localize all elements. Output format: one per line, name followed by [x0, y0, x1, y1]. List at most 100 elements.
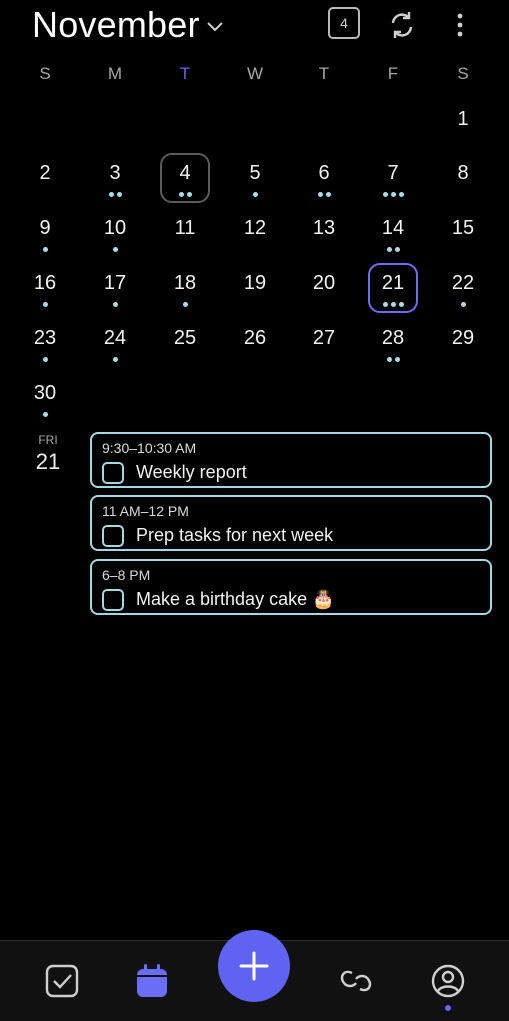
calendar-day-number: 22: [451, 272, 475, 294]
calendar-day-21[interactable]: 21: [363, 263, 423, 322]
chevron-down-icon[interactable]: [204, 16, 226, 38]
event-indicator-dots: [433, 302, 493, 307]
calendar-day-1[interactable]: 1: [433, 106, 493, 158]
weekday-label: M: [107, 64, 123, 83]
weekday-label: W: [246, 64, 264, 83]
calendar-day-number: 23: [33, 327, 57, 349]
active-tab-indicator: [445, 1005, 451, 1011]
calendar-day-number: 19: [243, 272, 267, 294]
calendar-day-20[interactable]: 20: [294, 270, 354, 322]
calendar-day-number: 15: [451, 217, 475, 239]
calendar-day-number: 6: [318, 162, 330, 184]
event-checkbox[interactable]: [102, 589, 124, 611]
today-button[interactable]: 4: [328, 7, 360, 39]
calendar-day-number: 28: [381, 327, 405, 349]
event-dot: [112, 357, 118, 362]
event-dot: [116, 192, 122, 197]
calendar-day-number: 21: [381, 272, 405, 294]
calendar-day-6[interactable]: 6: [294, 160, 354, 212]
calendar-day-number: 18: [173, 272, 197, 294]
calendar-day-10[interactable]: 10: [85, 215, 145, 267]
calendar-day-26[interactable]: 26: [225, 325, 285, 377]
link-icon[interactable]: [334, 959, 378, 1003]
calendar-day-7[interactable]: 7: [363, 160, 423, 212]
event-dot: [386, 247, 392, 252]
selected-day-label: FRI 21: [30, 433, 66, 475]
calendar-day-29[interactable]: 29: [433, 325, 493, 377]
event-card[interactable]: 6–8 PM Make a birthday cake 🎂: [90, 559, 492, 615]
event-card[interactable]: 11 AM–12 PM Prep tasks for next week: [90, 495, 492, 551]
calendar-day-19[interactable]: 19: [225, 270, 285, 322]
more-vertical-icon[interactable]: [446, 8, 474, 42]
calendar-day-16[interactable]: 16: [15, 270, 75, 322]
profile-icon[interactable]: [426, 959, 470, 1003]
calendar-day-12[interactable]: 12: [225, 215, 285, 267]
calendar-day-30[interactable]: 30: [15, 380, 75, 432]
event-title: Make a birthday cake 🎂: [136, 589, 335, 609]
event-checkbox[interactable]: [102, 525, 124, 547]
event-indicator-dots: [15, 247, 75, 252]
month-title[interactable]: November: [32, 4, 200, 46]
event-dot: [460, 302, 466, 307]
event-indicator-dots: [15, 357, 75, 362]
event-indicator-dots: [294, 192, 354, 197]
tasks-icon[interactable]: [40, 959, 84, 1003]
event-dot: [394, 247, 400, 252]
event-dot: [382, 302, 388, 307]
event-dot: [182, 302, 188, 307]
weekday-label: S: [457, 64, 469, 83]
calendar-day-28[interactable]: 28: [363, 325, 423, 377]
event-dot: [178, 192, 184, 197]
event-dot: [390, 192, 396, 197]
event-indicator-dots: [85, 192, 145, 197]
calendar-day-number: 7: [387, 162, 399, 184]
calendar-day-number: 9: [39, 217, 51, 239]
calendar-day-number: 12: [243, 217, 267, 239]
calendar-day-9[interactable]: 9: [15, 215, 75, 267]
event-indicator-dots: [225, 192, 285, 197]
weekday-label: T: [318, 64, 330, 83]
calendar-day-24[interactable]: 24: [85, 325, 145, 377]
calendar-day-number: 8: [457, 162, 469, 184]
calendar-day-number: 25: [173, 327, 197, 349]
event-dot: [42, 412, 48, 417]
event-dot: [398, 192, 404, 197]
event-card[interactable]: 9:30–10:30 AM Weekly report: [90, 432, 492, 488]
calendar-day-4[interactable]: 4: [155, 153, 215, 212]
sync-icon[interactable]: [385, 8, 419, 42]
weekday-label-today: T: [179, 64, 191, 83]
selected-day-number: 21: [35, 449, 61, 474]
event-dot: [394, 357, 400, 362]
calendar-day-15[interactable]: 15: [433, 215, 493, 267]
event-dot: [325, 192, 331, 197]
calendar-day-3[interactable]: 3: [85, 160, 145, 212]
calendar-icon[interactable]: [130, 959, 174, 1003]
add-button[interactable]: [218, 930, 290, 1002]
calendar-day-11[interactable]: 11: [155, 215, 215, 267]
calendar-day-number: 10: [103, 217, 127, 239]
event-dot: [398, 302, 404, 307]
calendar-day-14[interactable]: 14: [363, 215, 423, 267]
event-dot: [42, 247, 48, 252]
calendar-day-23[interactable]: 23: [15, 325, 75, 377]
calendar-day-2[interactable]: 2: [15, 160, 75, 212]
calendar-day-number: 17: [103, 272, 127, 294]
calendar-day-17[interactable]: 17: [85, 270, 145, 322]
event-indicator-dots: [363, 192, 423, 197]
event-checkbox[interactable]: [102, 462, 124, 484]
event-dot: [42, 302, 48, 307]
calendar-day-27[interactable]: 27: [294, 325, 354, 377]
event-dot: [108, 192, 114, 197]
calendar-day-5[interactable]: 5: [225, 160, 285, 212]
calendar-day-25[interactable]: 25: [155, 325, 215, 377]
today-button-label: 4: [340, 15, 348, 31]
event-title: Weekly report: [136, 462, 247, 482]
calendar-day-22[interactable]: 22: [433, 270, 493, 322]
calendar-day-8[interactable]: 8: [433, 160, 493, 212]
calendar-day-18[interactable]: 18: [155, 270, 215, 322]
calendar-day-13[interactable]: 13: [294, 215, 354, 267]
calendar-day-number: 30: [33, 382, 57, 404]
calendar-day-number: 27: [312, 327, 336, 349]
plus-icon: [239, 951, 269, 981]
event-dot: [382, 192, 388, 197]
